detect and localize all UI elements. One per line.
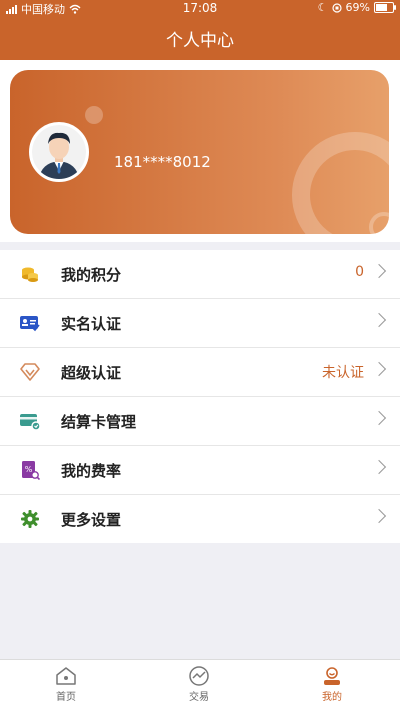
orientation-lock-icon (331, 2, 342, 13)
menu-item-label: 超级认证 (61, 364, 122, 382)
status-right: ☾ 69% (317, 1, 396, 14)
avatar[interactable] (29, 122, 89, 182)
coins-icon (19, 263, 41, 285)
menu-item-label: 实名认证 (61, 315, 122, 333)
home-icon (54, 664, 78, 688)
battery-icon (374, 2, 396, 13)
user-phone: 181****8012 (114, 153, 211, 171)
battery-percent: 69% (345, 1, 370, 14)
moon-icon: ☾ (317, 1, 328, 14)
chevron-right-icon (371, 410, 387, 426)
tab-mine[interactable]: 我的 (302, 662, 362, 703)
tab-label: 我的 (322, 692, 342, 703)
menu-item-label: 更多设置 (61, 511, 122, 529)
user-profile-icon (320, 664, 344, 688)
profile-card: 181****8012 (10, 70, 389, 234)
trend-chart-icon (187, 664, 211, 688)
chevron-right-icon (371, 459, 387, 475)
verify-status: 未认证 (322, 365, 364, 381)
menu-item-label: 结算卡管理 (61, 413, 137, 431)
chevron-right-icon (371, 508, 387, 524)
diamond-icon (19, 361, 41, 383)
menu-item-more-settings[interactable]: 更多设置 (0, 495, 400, 543)
user-avatar-icon (32, 125, 86, 179)
chevron-right-icon (371, 361, 387, 377)
bank-card-icon (19, 410, 41, 432)
profile-section: 181****8012 (0, 60, 400, 242)
tab-trade[interactable]: 交易 (169, 662, 229, 703)
tab-label: 首页 (56, 692, 76, 703)
menu-list: 我的积分 0 实名认证 超级认证 未认证 结算卡管理 % 我的费率 更多设置 (0, 250, 400, 543)
status-bar: 中国移动 17:08 ☾ 69% (0, 0, 400, 16)
menu-item-points[interactable]: 我的积分 0 (0, 250, 400, 299)
menu-item-super-verify[interactable]: 超级认证 未认证 (0, 348, 400, 397)
menu-item-my-rate[interactable]: % 我的费率 (0, 446, 400, 495)
navigation-bar: 个人中心 (0, 16, 400, 60)
svg-text:%: % (25, 465, 33, 474)
tab-label: 交易 (189, 692, 209, 703)
chevron-right-icon (371, 312, 387, 328)
menu-item-settlement-card[interactable]: 结算卡管理 (0, 397, 400, 446)
tab-bar: 首页 交易 我的 (0, 659, 400, 708)
menu-item-real-name[interactable]: 实名认证 (0, 299, 400, 348)
id-card-icon (19, 312, 41, 334)
rate-icon: % (19, 459, 41, 481)
chevron-right-icon (371, 263, 387, 279)
points-value: 0 (355, 264, 364, 280)
menu-item-label: 我的积分 (61, 266, 122, 284)
page-title: 个人中心 (166, 31, 234, 51)
menu-item-label: 我的费率 (61, 462, 122, 480)
decor-bubble-small (85, 106, 103, 124)
tab-home[interactable]: 首页 (36, 662, 96, 703)
gear-icon (19, 508, 41, 530)
